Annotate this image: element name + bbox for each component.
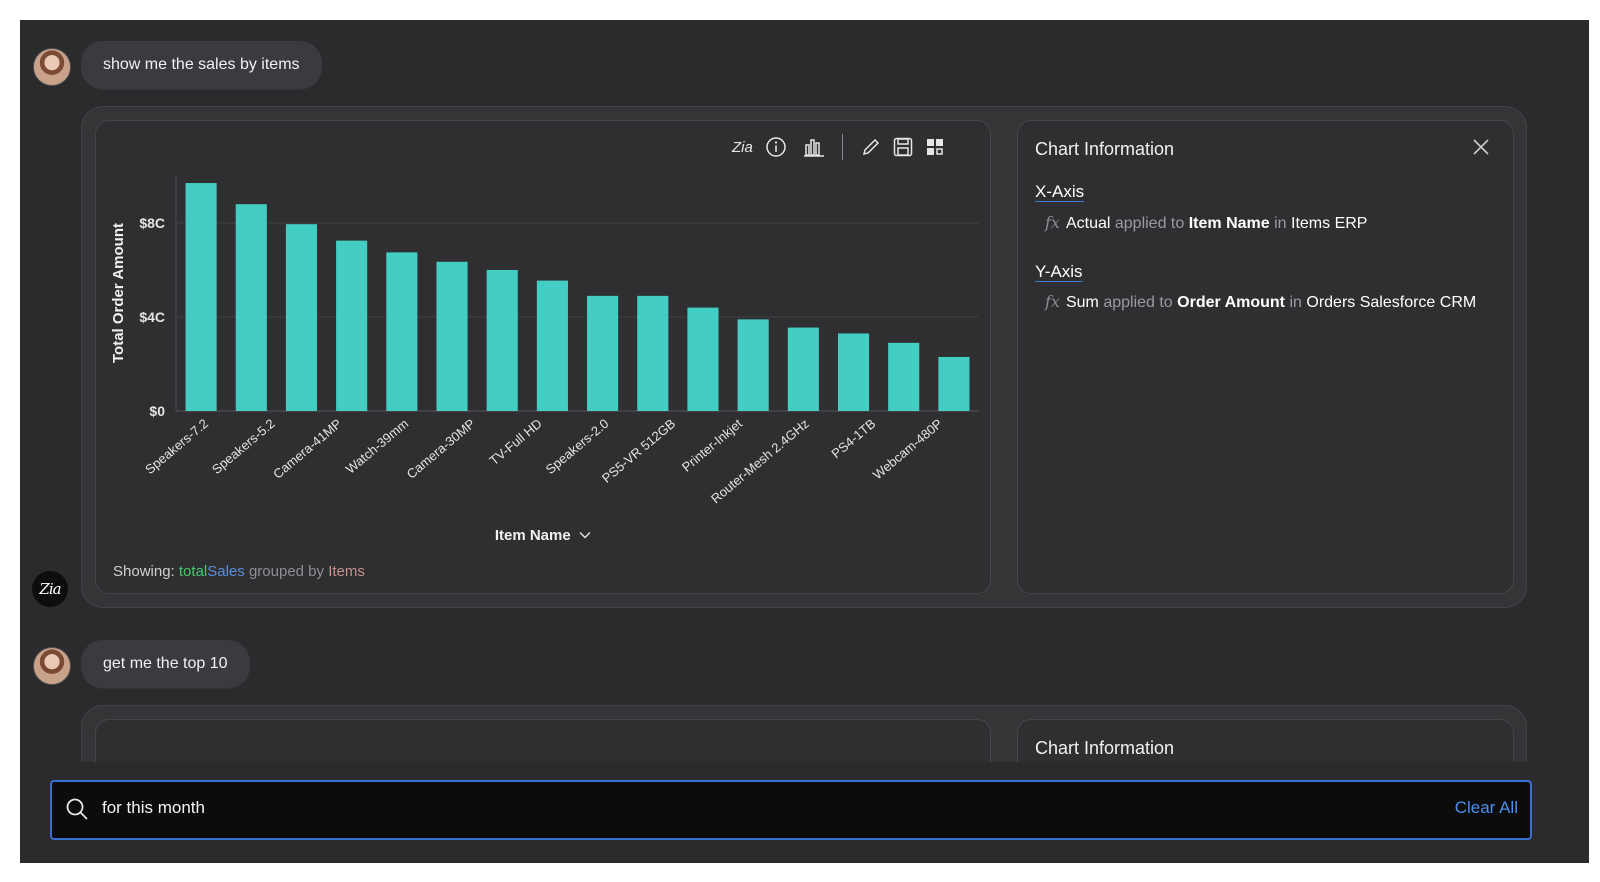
showing-dimension: Items [328, 563, 365, 580]
query-input[interactable]: for this month [102, 798, 205, 818]
chart-info-title: Chart Information [1035, 139, 1175, 159]
x-axis-table: Items [1291, 215, 1331, 232]
chart-panel: Zia $0 $4C $8C Speakers-7.2 Speakers-5.2… [95, 120, 991, 594]
clear-all-button[interactable]: Clear All [1455, 798, 1518, 818]
x-tick-label: Speakers-7.2 [142, 416, 211, 477]
showing-prefix: Showing: [113, 563, 175, 580]
y-axis-source: Salesforce CRM [1359, 294, 1477, 311]
x-axis-description: fx Actual applied to Item Name in Items E… [1045, 213, 1367, 233]
function-icon: fx [1045, 292, 1060, 311]
bar[interactable] [587, 295, 619, 411]
bar[interactable] [787, 327, 819, 411]
x-axis-in: in [1274, 215, 1287, 232]
x-axis-title[interactable]: Item Name [495, 527, 571, 544]
x-axis-applied: applied to [1114, 215, 1185, 232]
showing-aggregation: total [178, 563, 208, 580]
function-icon: fx [1045, 213, 1060, 232]
bot-logo-text: Zia [39, 580, 61, 598]
chat-window: show me the sales by items Zia $0 $4C $8… [20, 20, 1589, 863]
bar[interactable] [185, 183, 217, 411]
user-message-text: get me the top 10 [103, 655, 228, 672]
x-tick-label: Speakers-2.0 [543, 416, 612, 477]
bar[interactable] [336, 240, 368, 411]
bar[interactable] [436, 261, 468, 411]
y-axis-field: Order Amount [1177, 294, 1286, 311]
user-avatar [33, 647, 71, 685]
x-tick-label: Printer-Inkjet [679, 416, 745, 475]
showing-summary: Showing: totalSales grouped by Items [113, 563, 365, 580]
y-axis-function: Sum [1065, 294, 1099, 311]
chart-info-title: Chart Information [1035, 738, 1175, 758]
showing-measure: Sales [207, 563, 245, 580]
x-tick-label: TV-Full HD [486, 416, 544, 468]
x-axis-source: ERP [1334, 215, 1368, 232]
x-tick-label: PS5-VR 512GB [599, 416, 678, 486]
bot-avatar: Zia [32, 571, 68, 607]
user-message-text: show me the sales by items [103, 56, 300, 73]
close-icon[interactable] [1470, 136, 1492, 158]
bot-response-card: Zia $0 $4C $8C Speakers-7.2 Speakers-5.2… [81, 106, 1527, 608]
chart-info-panel: Chart Information X-Axis fx Actual applie… [1017, 120, 1514, 594]
chevron-down-icon[interactable] [579, 530, 591, 540]
y-axis-table: Orders [1306, 294, 1356, 311]
user-avatar [33, 48, 71, 86]
query-input-bar[interactable]: for this month Clear All [50, 780, 1532, 840]
y-axis-description: fx Sum applied to Order Amount in Orders … [1045, 292, 1476, 312]
y-axis-applied: applied to [1103, 294, 1173, 311]
y-tick-label: $0 [149, 403, 165, 419]
x-tick-label: Webcam-480P [870, 416, 945, 483]
search-icon [66, 798, 88, 820]
x-tick-label: Watch-39mm [343, 416, 411, 477]
y-tick-label: $4C [139, 309, 165, 325]
bar[interactable] [837, 333, 870, 411]
bar[interactable] [637, 295, 669, 411]
x-tick-label: Camera-41MP [270, 416, 344, 482]
x-axis-field: Item Name [1188, 215, 1270, 232]
bar[interactable] [737, 319, 769, 411]
x-tick-label: Camera-30MP [404, 416, 478, 482]
bar[interactable] [888, 342, 920, 411]
x-tick-label: PS4-1TB [828, 416, 878, 461]
user-message-bubble: show me the sales by items [81, 41, 322, 89]
y-axis-heading: Y-Axis [1035, 262, 1083, 281]
x-tick-label: Speakers-5.2 [209, 416, 278, 477]
bar[interactable] [536, 280, 568, 411]
bar[interactable] [486, 270, 518, 411]
bar[interactable] [235, 204, 267, 411]
bar[interactable] [687, 307, 719, 411]
y-tick-label: $8C [139, 215, 165, 231]
y-axis-title: Total Order Amount [110, 223, 127, 363]
bar[interactable] [386, 252, 418, 411]
showing-grouped: grouped by [248, 563, 325, 580]
x-axis-title-wrap[interactable]: Item Name [96, 527, 990, 545]
user-message-bubble: get me the top 10 [81, 640, 250, 688]
bar[interactable] [285, 224, 318, 411]
bar-chart: $0$4C$8C Speakers-7.2Speakers-5.2Camera-… [110, 176, 979, 506]
x-axis-function: Actual [1065, 215, 1111, 232]
x-axis-heading: X-Axis [1035, 182, 1085, 201]
y-axis-in: in [1289, 294, 1302, 311]
bar[interactable] [938, 356, 970, 411]
